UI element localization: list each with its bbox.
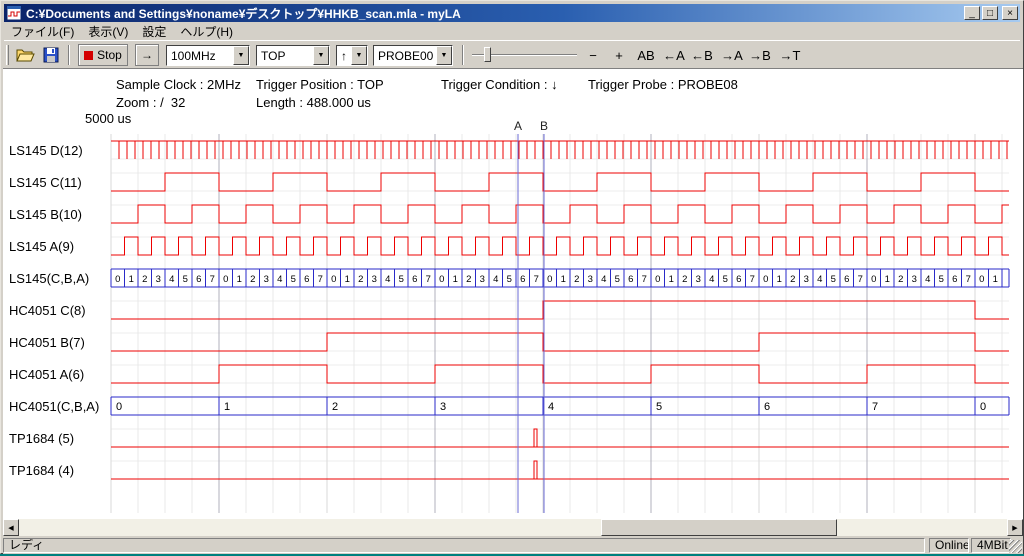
chevron-down-icon[interactable]: ▼ xyxy=(233,46,249,65)
channel-label: LS145 B(10) xyxy=(9,207,82,222)
menu-item-file[interactable]: ファイル(F) xyxy=(4,21,81,42)
trigger-condition-info: Trigger Condition : ↓ xyxy=(441,77,558,92)
goto-trigger-button[interactable]: →T xyxy=(776,44,804,66)
sample-clock-value: 100MHz xyxy=(171,49,216,63)
maximize-button[interactable]: □ xyxy=(982,6,998,20)
trigger-position-value: TOP xyxy=(261,49,285,63)
stop-icon xyxy=(84,51,93,60)
save-button[interactable] xyxy=(40,45,62,65)
status-memory-badge: 4MBit xyxy=(971,538,1011,553)
zoom-slider-thumb[interactable] xyxy=(484,47,491,62)
move-right-to-a-button[interactable]: →A xyxy=(718,44,746,66)
channel-label: HC4051 A(6) xyxy=(9,367,84,382)
channel-label: HC4051(C,B,A) xyxy=(9,399,99,414)
scrollbar-thumb[interactable] xyxy=(601,519,837,536)
sample-clock-info: Sample Clock : 2MHz xyxy=(116,77,241,92)
stop-label: Stop xyxy=(97,48,122,62)
trigger-position-select[interactable]: TOP ▼ xyxy=(256,45,330,66)
title-bar: C:¥Documents and Settings¥noname¥デスクトップ¥… xyxy=(4,4,1020,22)
channel-label: LS145 C(11) xyxy=(9,175,82,190)
toolbar-grip[interactable] xyxy=(6,45,9,65)
ab-cursor-button[interactable]: AB xyxy=(632,44,660,66)
trigger-probe-info: Trigger Probe : PROBE08 xyxy=(588,77,738,92)
channel-label: LS145 D(12) xyxy=(9,143,83,158)
channel-label: HC4051 C(8) xyxy=(9,303,86,318)
toolbar: Stop → 100MHz ▼ TOP ▼ ↑ ▼ PROBE00 ▼ − + … xyxy=(4,40,1020,68)
trigger-position-info: Trigger Position : TOP xyxy=(256,77,384,92)
move-right-to-b-button[interactable]: →B xyxy=(746,44,774,66)
channel-label: TP1684 (5) xyxy=(9,431,74,446)
move-left-to-b-button[interactable]: ←B xyxy=(688,44,716,66)
chevron-down-icon[interactable]: ▼ xyxy=(313,46,329,65)
zoom-slider[interactable] xyxy=(472,46,577,64)
open-folder-icon xyxy=(15,46,35,64)
scroll-left-icon[interactable]: ◀ xyxy=(3,519,19,536)
time-scale-label: 5000 us xyxy=(85,111,131,126)
chevron-down-icon[interactable]: ▼ xyxy=(436,46,452,65)
scroll-right-icon[interactable]: ▶ xyxy=(1007,519,1023,536)
move-left-to-a-button[interactable]: ←A xyxy=(660,44,688,66)
horizontal-scrollbar[interactable]: ◀ ▶ xyxy=(3,519,1023,536)
app-window: C:¥Documents and Settings¥noname¥デスクトップ¥… xyxy=(0,0,1024,554)
waveform-area xyxy=(3,68,1023,519)
run-button[interactable]: → xyxy=(135,44,159,66)
menu-item-help[interactable]: ヘルプ(H) xyxy=(173,21,240,42)
stop-button[interactable]: Stop xyxy=(78,44,128,66)
window-title: C:¥Documents and Settings¥noname¥デスクトップ¥… xyxy=(26,5,958,22)
open-file-button[interactable] xyxy=(14,45,36,65)
toolbar-separator xyxy=(462,45,464,65)
toolbar-separator xyxy=(68,45,70,65)
zoom-out-button[interactable]: − xyxy=(582,44,604,66)
status-online-badge: Online xyxy=(929,538,969,553)
zoom-info: Zoom : / 32 xyxy=(116,95,185,110)
channel-label: LS145(C,B,A) xyxy=(9,271,89,286)
chevron-down-icon[interactable]: ▼ xyxy=(351,46,367,65)
trigger-probe-value: PROBE00 xyxy=(378,49,433,63)
trigger-edge-value: ↑ xyxy=(341,49,347,63)
status-bar: レディ Online 4MBit xyxy=(3,537,1023,554)
minimize-button[interactable]: _ xyxy=(964,6,980,20)
channel-label: HC4051 B(7) xyxy=(9,335,85,350)
close-button[interactable]: × xyxy=(1002,6,1018,20)
menu-item-view[interactable]: 表示(V) xyxy=(81,21,135,42)
menu-bar: ファイル(F) 表示(V) 設定 ヘルプ(H) xyxy=(4,22,1020,40)
length-info: Length : 488.000 us xyxy=(256,95,371,110)
sample-clock-select[interactable]: 100MHz ▼ xyxy=(166,45,250,66)
channel-label: LS145 A(9) xyxy=(9,239,74,254)
floppy-disk-icon xyxy=(42,46,60,64)
status-message: レディ xyxy=(3,538,925,553)
menu-item-settings[interactable]: 設定 xyxy=(135,21,173,42)
zoom-in-button[interactable]: + xyxy=(608,44,630,66)
trigger-probe-select[interactable]: PROBE00 ▼ xyxy=(373,45,453,66)
resize-grip[interactable] xyxy=(1009,540,1022,553)
app-icon[interactable] xyxy=(6,5,22,21)
channel-label: TP1684 (4) xyxy=(9,463,74,478)
trigger-edge-select[interactable]: ↑ ▼ xyxy=(336,45,368,66)
